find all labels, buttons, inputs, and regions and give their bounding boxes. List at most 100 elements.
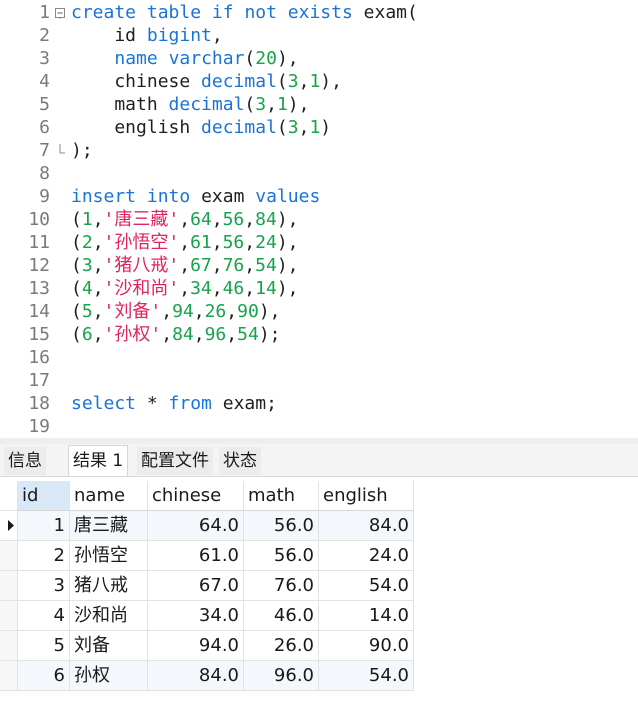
cell-math[interactable]: 56.0 <box>244 541 319 571</box>
sql-editor[interactable]: 1 create table if not exists exam(2 id bi… <box>0 0 638 438</box>
line-number: 11 <box>28 232 50 253</box>
row-header[interactable] <box>0 511 18 541</box>
code-text: (6,'孙权',84,96,54); <box>71 323 281 346</box>
sql-text: ( <box>244 94 256 115</box>
line-number: 2 <box>39 25 50 46</box>
cell-english[interactable]: 54.0 <box>319 661 414 691</box>
code-line: 11 (2,'孙悟空',61,56,24), <box>0 231 638 254</box>
sql-text: , <box>161 324 173 345</box>
sql-keyword: decimal <box>168 94 245 115</box>
cell-name[interactable]: 猪八戒 <box>70 571 148 601</box>
sql-number: 56 <box>222 232 245 253</box>
sql-string: '唐三藏' <box>103 209 180 230</box>
row-header[interactable] <box>0 571 18 601</box>
code-text: insert into exam values <box>71 185 320 208</box>
line-number: 7 <box>39 140 50 161</box>
sql-text: , <box>244 209 256 230</box>
column-header-english[interactable]: english <box>319 481 414 511</box>
column-header-name[interactable]: name <box>70 481 148 511</box>
sql-text: exam; <box>211 393 277 414</box>
sql-keyword: table <box>146 2 202 23</box>
cell-math[interactable]: 26.0 <box>244 631 319 661</box>
column-header-chinese[interactable]: chinese <box>148 481 244 511</box>
sql-number: 6 <box>81 324 93 345</box>
sql-text: ( <box>71 324 82 345</box>
sql-text: , <box>193 324 205 345</box>
cell-name[interactable]: 唐三藏 <box>70 511 148 541</box>
sql-text: , <box>92 324 104 345</box>
sql-text: , <box>211 209 223 230</box>
cell-math[interactable]: 76.0 <box>244 571 319 601</box>
tab-result-1[interactable]: 结果 1 <box>68 445 129 476</box>
row-header[interactable] <box>0 631 18 661</box>
cell-math[interactable]: 96.0 <box>244 661 319 691</box>
sql-text: * <box>136 393 169 414</box>
code-text: chinese decimal(3,1), <box>71 70 342 93</box>
cell-english[interactable]: 14.0 <box>319 601 414 631</box>
cell-math[interactable]: 46.0 <box>244 601 319 631</box>
cell-english[interactable]: 54.0 <box>319 571 414 601</box>
sql-text: id <box>71 25 147 46</box>
line-number: 13 <box>28 278 50 299</box>
cell-chinese[interactable]: 67.0 <box>148 571 244 601</box>
sql-number: 5 <box>81 301 93 322</box>
cell-id[interactable]: 6 <box>18 661 70 691</box>
row-header[interactable] <box>0 661 18 691</box>
cell-id[interactable]: 2 <box>18 541 70 571</box>
code-line: 2 id bigint, <box>0 24 638 47</box>
sql-text: , <box>92 232 104 253</box>
sql-text: ( <box>276 71 288 92</box>
sql-text: ( <box>71 278 82 299</box>
cell-english[interactable]: 84.0 <box>319 511 414 541</box>
line-number: 15 <box>28 324 50 345</box>
cell-math[interactable]: 56.0 <box>244 511 319 541</box>
code-line: 15 (6,'孙权',84,96,54); <box>0 323 638 346</box>
tab-info[interactable]: 信息 <box>4 447 46 475</box>
sql-text: , <box>92 278 104 299</box>
cell-chinese[interactable]: 64.0 <box>148 511 244 541</box>
cell-chinese[interactable]: 94.0 <box>148 631 244 661</box>
sql-number: 54 <box>237 324 259 345</box>
sql-text: ), <box>276 232 299 253</box>
line-number: 16 <box>28 347 50 368</box>
result-tabs: 信息 结果 1 配置文件 状态 <box>0 444 638 477</box>
sql-string: '猪八戒' <box>103 255 180 276</box>
cell-id[interactable]: 3 <box>18 571 70 601</box>
tab-profile[interactable]: 配置文件 <box>137 447 213 475</box>
sql-text: ), <box>276 278 299 299</box>
cell-id[interactable]: 4 <box>18 601 70 631</box>
cell-chinese[interactable]: 61.0 <box>148 541 244 571</box>
sql-keyword: name <box>114 48 158 69</box>
cell-chinese[interactable]: 84.0 <box>148 661 244 691</box>
cell-name[interactable]: 孙权 <box>70 661 148 691</box>
sql-text: , <box>92 301 104 322</box>
sql-text: , <box>244 232 256 253</box>
code-text: (2,'孙悟空',61,56,24), <box>71 231 299 254</box>
cell-id[interactable]: 1 <box>18 511 70 541</box>
row-header[interactable] <box>0 601 18 631</box>
line-number: 19 <box>28 416 50 437</box>
cell-name[interactable]: 沙和尚 <box>70 601 148 631</box>
code-line: 8 <box>0 162 638 185</box>
code-line: 7); <box>0 139 638 162</box>
column-header-id[interactable]: id <box>18 481 70 511</box>
cell-name[interactable]: 刘备 <box>70 631 148 661</box>
cell-name[interactable]: 孙悟空 <box>70 541 148 571</box>
line-number: 18 <box>28 393 50 414</box>
sql-number: 4 <box>81 278 93 299</box>
row-header[interactable] <box>0 541 18 571</box>
sql-number: 3 <box>255 94 267 115</box>
column-header-math[interactable]: math <box>244 481 319 511</box>
tab-status[interactable]: 状态 <box>219 447 261 475</box>
fold-toggle-icon[interactable] <box>55 6 65 19</box>
code-text: math decimal(3,1), <box>71 93 309 116</box>
cell-english[interactable]: 90.0 <box>319 631 414 661</box>
sql-text: , <box>298 71 310 92</box>
sql-number: 84 <box>255 209 277 230</box>
cell-chinese[interactable]: 34.0 <box>148 601 244 631</box>
cell-id[interactable]: 5 <box>18 631 70 661</box>
cell-english[interactable]: 24.0 <box>319 541 414 571</box>
code-text: select * from exam; <box>71 392 277 415</box>
